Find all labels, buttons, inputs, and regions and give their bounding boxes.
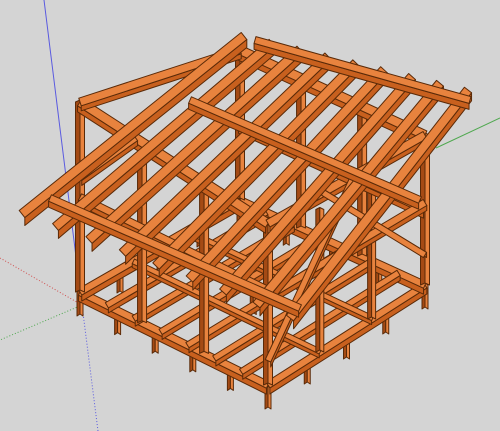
- 3d-viewport[interactable]: [0, 0, 500, 431]
- red-axis-dotted: [0, 257, 83, 306]
- front-post-0-left[interactable]: [75, 99, 81, 293]
- blue-axis-dotted: [81, 304, 99, 431]
- side-post-1-left[interactable]: [367, 174, 373, 320]
- model-canvas[interactable]: [0, 0, 500, 431]
- green-axis-dotted: [0, 304, 83, 341]
